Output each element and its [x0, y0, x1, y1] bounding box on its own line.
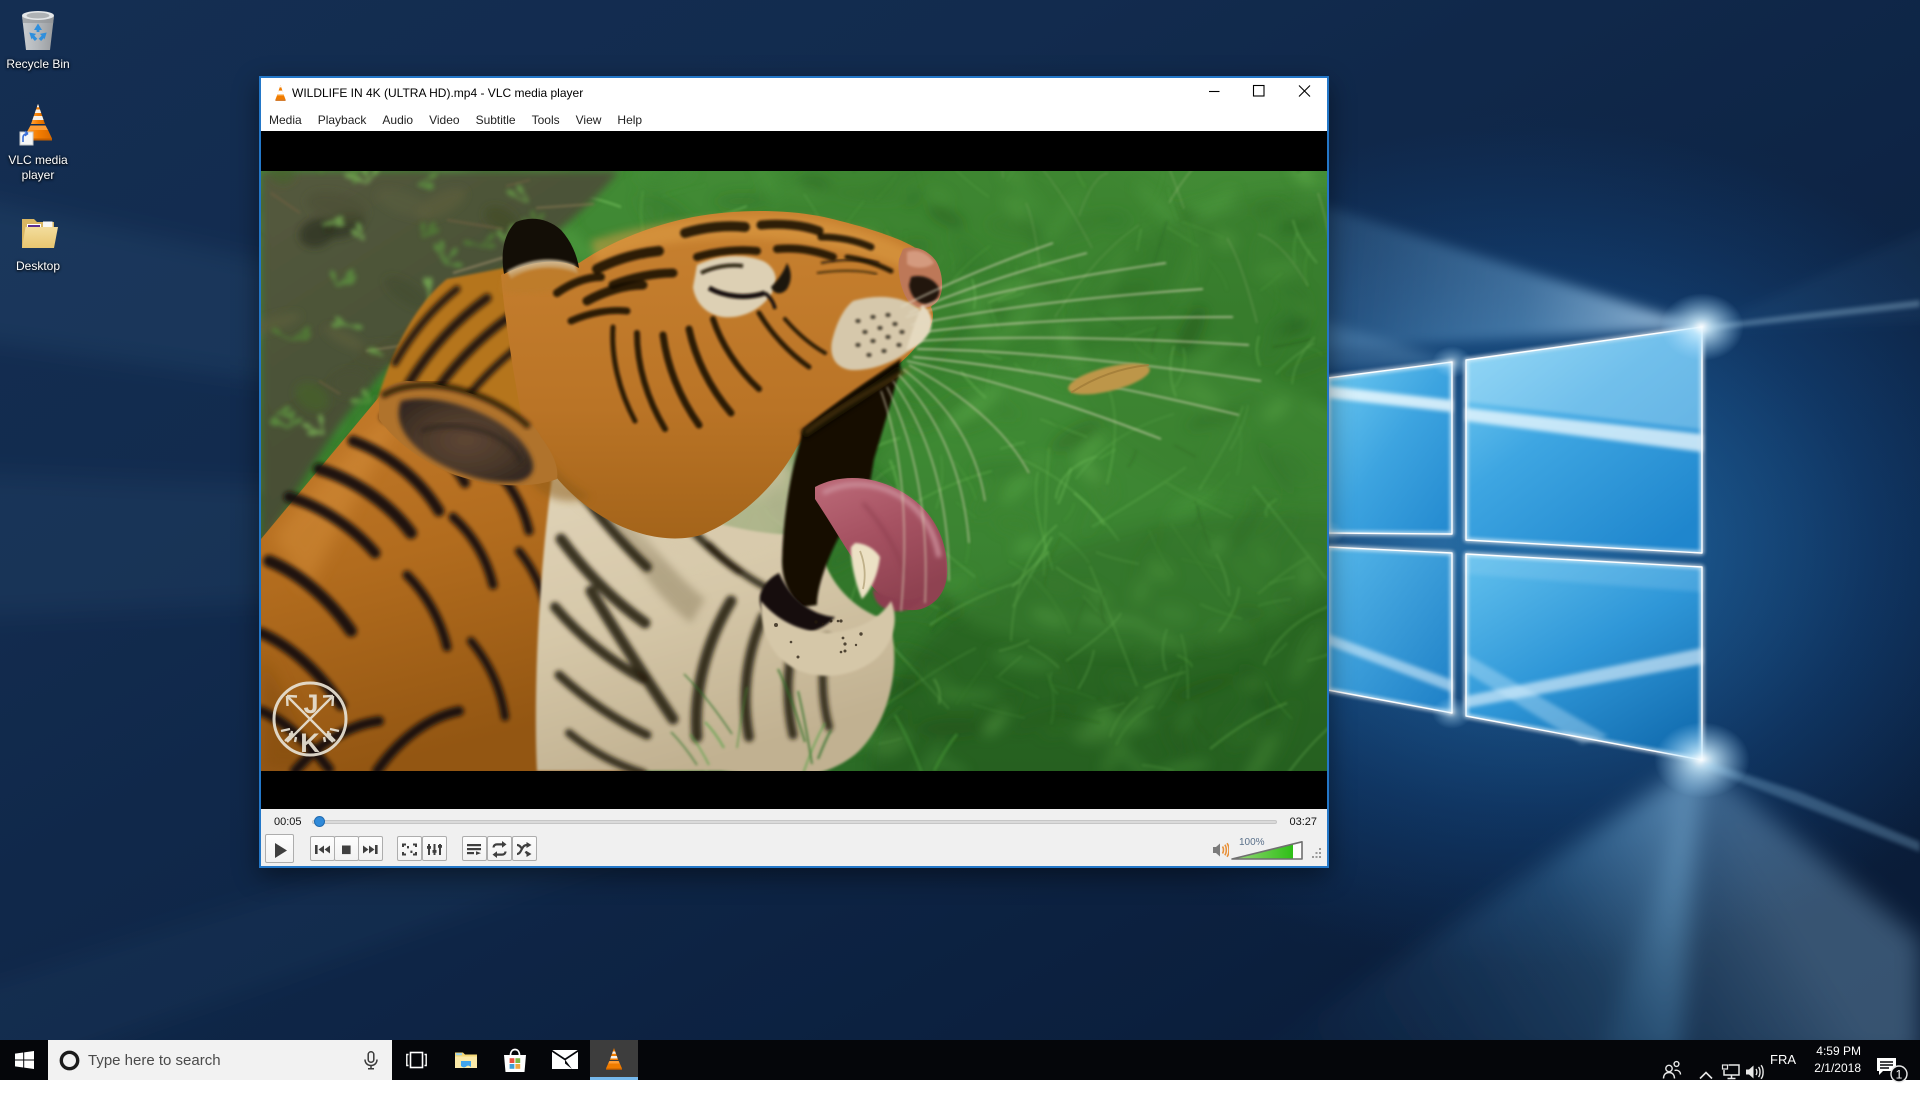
svg-text:100%: 100%: [1239, 837, 1265, 848]
svg-text:K: K: [300, 728, 320, 758]
svg-text:1: 1: [1896, 1068, 1903, 1082]
svg-text:J: J: [303, 689, 318, 719]
